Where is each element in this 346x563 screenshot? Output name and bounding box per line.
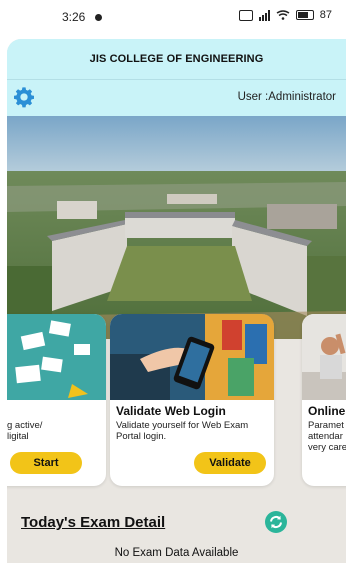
status-bar: 3:26 87 [0,0,346,34]
refresh-icon[interactable] [265,511,287,533]
card-description: Validate yourself for Web Exam Portal lo… [116,420,249,442]
start-button[interactable]: Start [10,452,82,474]
campus-banner[interactable] [7,116,346,339]
status-icons: 87 [238,9,332,21]
validate-button[interactable]: Validate [194,452,266,474]
signal-icon [258,9,270,21]
card-phone-illustration [110,314,274,400]
no-exam-message: No Exam Data Available [114,547,239,559]
card-description: g active/ ligital [7,420,43,442]
status-time: 3:26 [62,10,86,24]
battery-icon [295,10,314,20]
campus-aerial-photo [7,116,346,339]
card-online[interactable]: Online Paramet attendar very care [302,314,346,486]
app-bar: JIS COLLEGE OF ENGINEERING [7,39,346,79]
card-title: Validate Web Login [116,404,226,418]
feature-cards: g active/ ligital Start Validate Web Log… [7,314,346,489]
todays-exam-heading: Today's Exam Detail [21,514,166,531]
app-title: JIS COLLEGE OF ENGINEERING [89,53,264,65]
card-title: Online [308,404,346,418]
user-bar: User :Administrator [7,79,346,116]
wifi-icon [276,10,290,20]
notification-dot-icon [95,14,102,21]
card-digital-attendance[interactable]: g active/ ligital Start [7,314,106,486]
card-student-illustration [302,314,346,400]
user-label: User :Administrator [237,91,336,103]
sim-icon [238,9,253,21]
gear-icon[interactable] [13,86,35,108]
card-email-illustration [7,314,106,400]
app-frame: JIS COLLEGE OF ENGINEERING User :Adminis… [7,39,346,563]
battery-level: 87 [319,9,332,21]
card-description: Paramet attendar very care [308,420,346,453]
card-validate-web-login[interactable]: Validate Web Login Validate yourself for… [110,314,274,486]
